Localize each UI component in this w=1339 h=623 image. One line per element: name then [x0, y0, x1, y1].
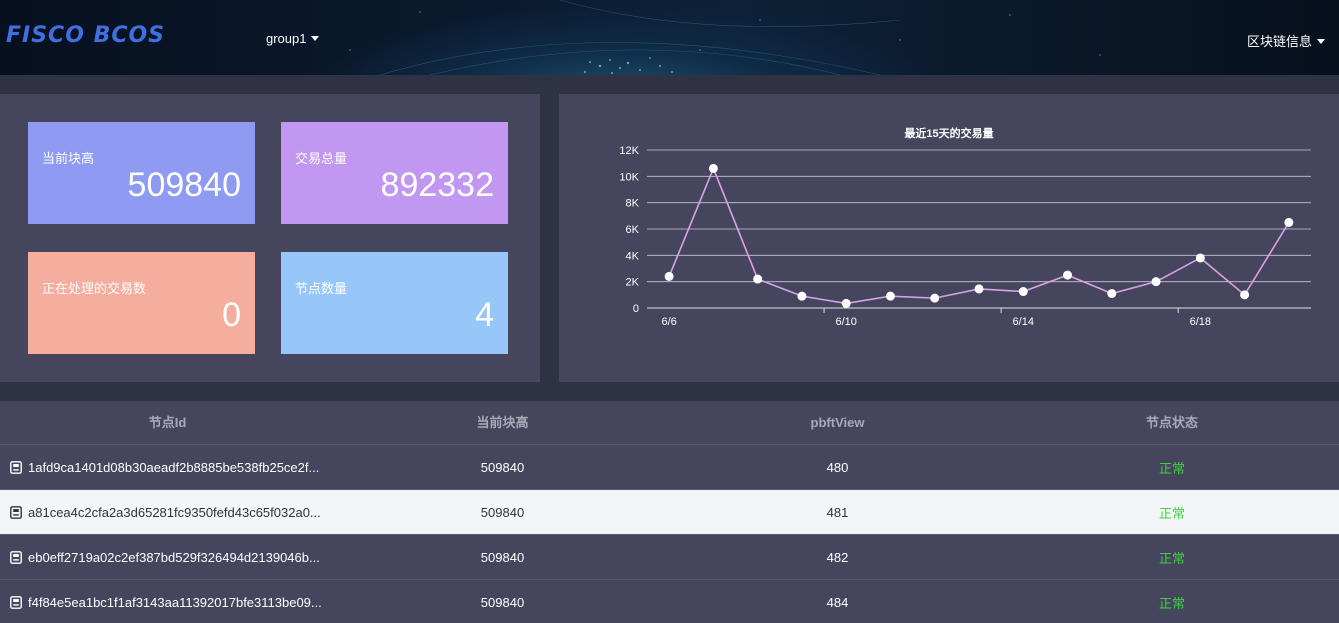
fisco-bcos-logo: FISCO BCOS: [6, 23, 166, 48]
data-point: [974, 284, 984, 294]
data-point: [1284, 217, 1294, 227]
group-dropdown-label: group1: [266, 31, 307, 46]
stat-label: 当前块高: [42, 151, 95, 166]
data-point: [1151, 277, 1161, 287]
header-background: [349, 0, 1101, 75]
column-header-node-status[interactable]: 节点状态: [1005, 401, 1339, 444]
blockchain-info-dropdown[interactable]: 区块链信息: [1247, 31, 1325, 50]
column-header-node-id[interactable]: 节点Id: [0, 401, 335, 444]
blockchain-info-label: 区块链信息: [1246, 34, 1312, 49]
stat-value: 892332: [380, 166, 494, 204]
y-tick-label: 10K: [619, 171, 639, 183]
data-point: [1107, 289, 1117, 299]
chart-panel: 最近15天的交易量 0 2K 4K 6K 8K 10K 12K 6/6 6/10 6/14 6/18: [559, 94, 1339, 382]
node-table: 节点Id 当前块高 pbftView 节点状态 1afd9ca1401d08b3…: [0, 401, 1339, 623]
data-point: [930, 293, 940, 303]
node-id-text: eb0eff2719a02c2ef387bd529f326494d2139046…: [28, 549, 320, 565]
block-height-cell: 509840: [480, 459, 525, 475]
table-row[interactable]: eb0eff2719a02c2ef387bd529f326494d2139046…: [0, 535, 1339, 580]
top-header: FISCO BCOS group1 区块链信息: [0, 0, 1339, 75]
stat-label: 节点数量: [295, 281, 348, 296]
column-header-block-height[interactable]: 当前块高: [335, 401, 670, 444]
transaction-line-chart: 0 2K 4K 6K 8K 10K 12K 6/6 6/10 6/14 6/18: [619, 145, 1311, 328]
data-point: [753, 274, 763, 284]
table-header: 节点Id 当前块高 pbftView 节点状态: [0, 401, 1339, 445]
y-tick-label: 0: [633, 303, 639, 315]
y-tick-label: 12K: [619, 145, 639, 157]
y-tick-label: 4K: [626, 250, 640, 262]
node-id-cell: eb0eff2719a02c2ef387bd529f326494d2139046…: [0, 550, 335, 565]
node-icon: [10, 460, 22, 474]
pbft-view-cell: 480: [826, 459, 849, 475]
x-tick-label: 6/14: [1013, 316, 1034, 328]
pbft-view-cell: 484: [826, 594, 849, 610]
pbft-view-cell: 482: [826, 549, 849, 565]
data-point: [797, 291, 807, 301]
node-status-cell: 正常: [1158, 550, 1185, 566]
block-height-cell: 509840: [480, 504, 525, 520]
node-id-text: f4f84e5ea1bc1f1af3143aa11392017bfe3113be…: [28, 594, 322, 610]
caret-down-icon: [1317, 39, 1325, 45]
stat-value: 0: [222, 296, 241, 334]
block-height-cell: 509840: [480, 594, 525, 610]
node-icon: [10, 595, 22, 609]
node-id-text: a81cea4c2cfa2a3d65281fc9350fefd43c65f032…: [28, 504, 321, 520]
data-point: [1018, 287, 1028, 297]
caret-down-icon: [311, 36, 320, 42]
node-id-cell: f4f84e5ea1bc1f1af3143aa11392017bfe3113be…: [0, 595, 335, 610]
node-icon: [10, 505, 22, 519]
stat-value: 4: [475, 296, 494, 334]
stat-card-total-transactions: 交易总量 892332: [281, 122, 508, 224]
node-id-cell: a81cea4c2cfa2a3d65281fc9350fefd43c65f032…: [0, 505, 335, 520]
stat-card-block-height: 当前块高 509840: [28, 122, 255, 224]
column-header-pbft-view[interactable]: pbftView: [670, 401, 1005, 444]
data-point: [1240, 290, 1250, 300]
group-dropdown[interactable]: group1: [266, 31, 320, 46]
block-height-cell: 509840: [480, 549, 525, 565]
y-tick-label: 8K: [626, 198, 640, 210]
stat-label: 正在处理的交易数: [42, 281, 147, 296]
y-tick-label: 2K: [626, 277, 640, 289]
data-point: [708, 163, 718, 173]
table-row[interactable]: a81cea4c2cfa2a3d65281fc9350fefd43c65f032…: [0, 490, 1339, 535]
x-tick-label: 6/6: [661, 316, 676, 328]
node-icon: [10, 550, 22, 564]
data-point: [841, 298, 851, 308]
x-tick-label: 6/10: [835, 316, 856, 328]
table-row[interactable]: f4f84e5ea1bc1f1af3143aa11392017bfe3113be…: [0, 580, 1339, 623]
y-tick-label: 6K: [626, 224, 640, 236]
data-point: [885, 291, 895, 301]
data-point: [664, 271, 674, 281]
node-status-cell: 正常: [1158, 595, 1185, 611]
stat-card-pending-transactions: 正在处理的交易数 0: [28, 252, 255, 354]
pbft-view-cell: 481: [826, 504, 849, 520]
series-line: [668, 166, 1290, 305]
stat-value: 509840: [127, 166, 241, 204]
node-id-text: 1afd9ca1401d08b30aeadf2b8885be538fb25ce2…: [28, 459, 320, 475]
table-row[interactable]: 1afd9ca1401d08b30aeadf2b8885be538fb25ce2…: [0, 445, 1339, 490]
node-status-cell: 正常: [1158, 505, 1185, 521]
node-id-cell: 1afd9ca1401d08b30aeadf2b8885be538fb25ce2…: [0, 460, 335, 475]
stat-card-node-count: 节点数量 4: [281, 252, 508, 354]
data-point: [1195, 253, 1205, 263]
data-point: [1063, 270, 1073, 280]
x-tick-label: 6/18: [1190, 316, 1211, 328]
node-status-cell: 正常: [1158, 460, 1185, 476]
stat-label: 交易总量: [295, 151, 348, 166]
stats-panel: 当前块高 509840 交易总量 892332 正在处理的交易数 0 节点数量 …: [0, 94, 540, 382]
